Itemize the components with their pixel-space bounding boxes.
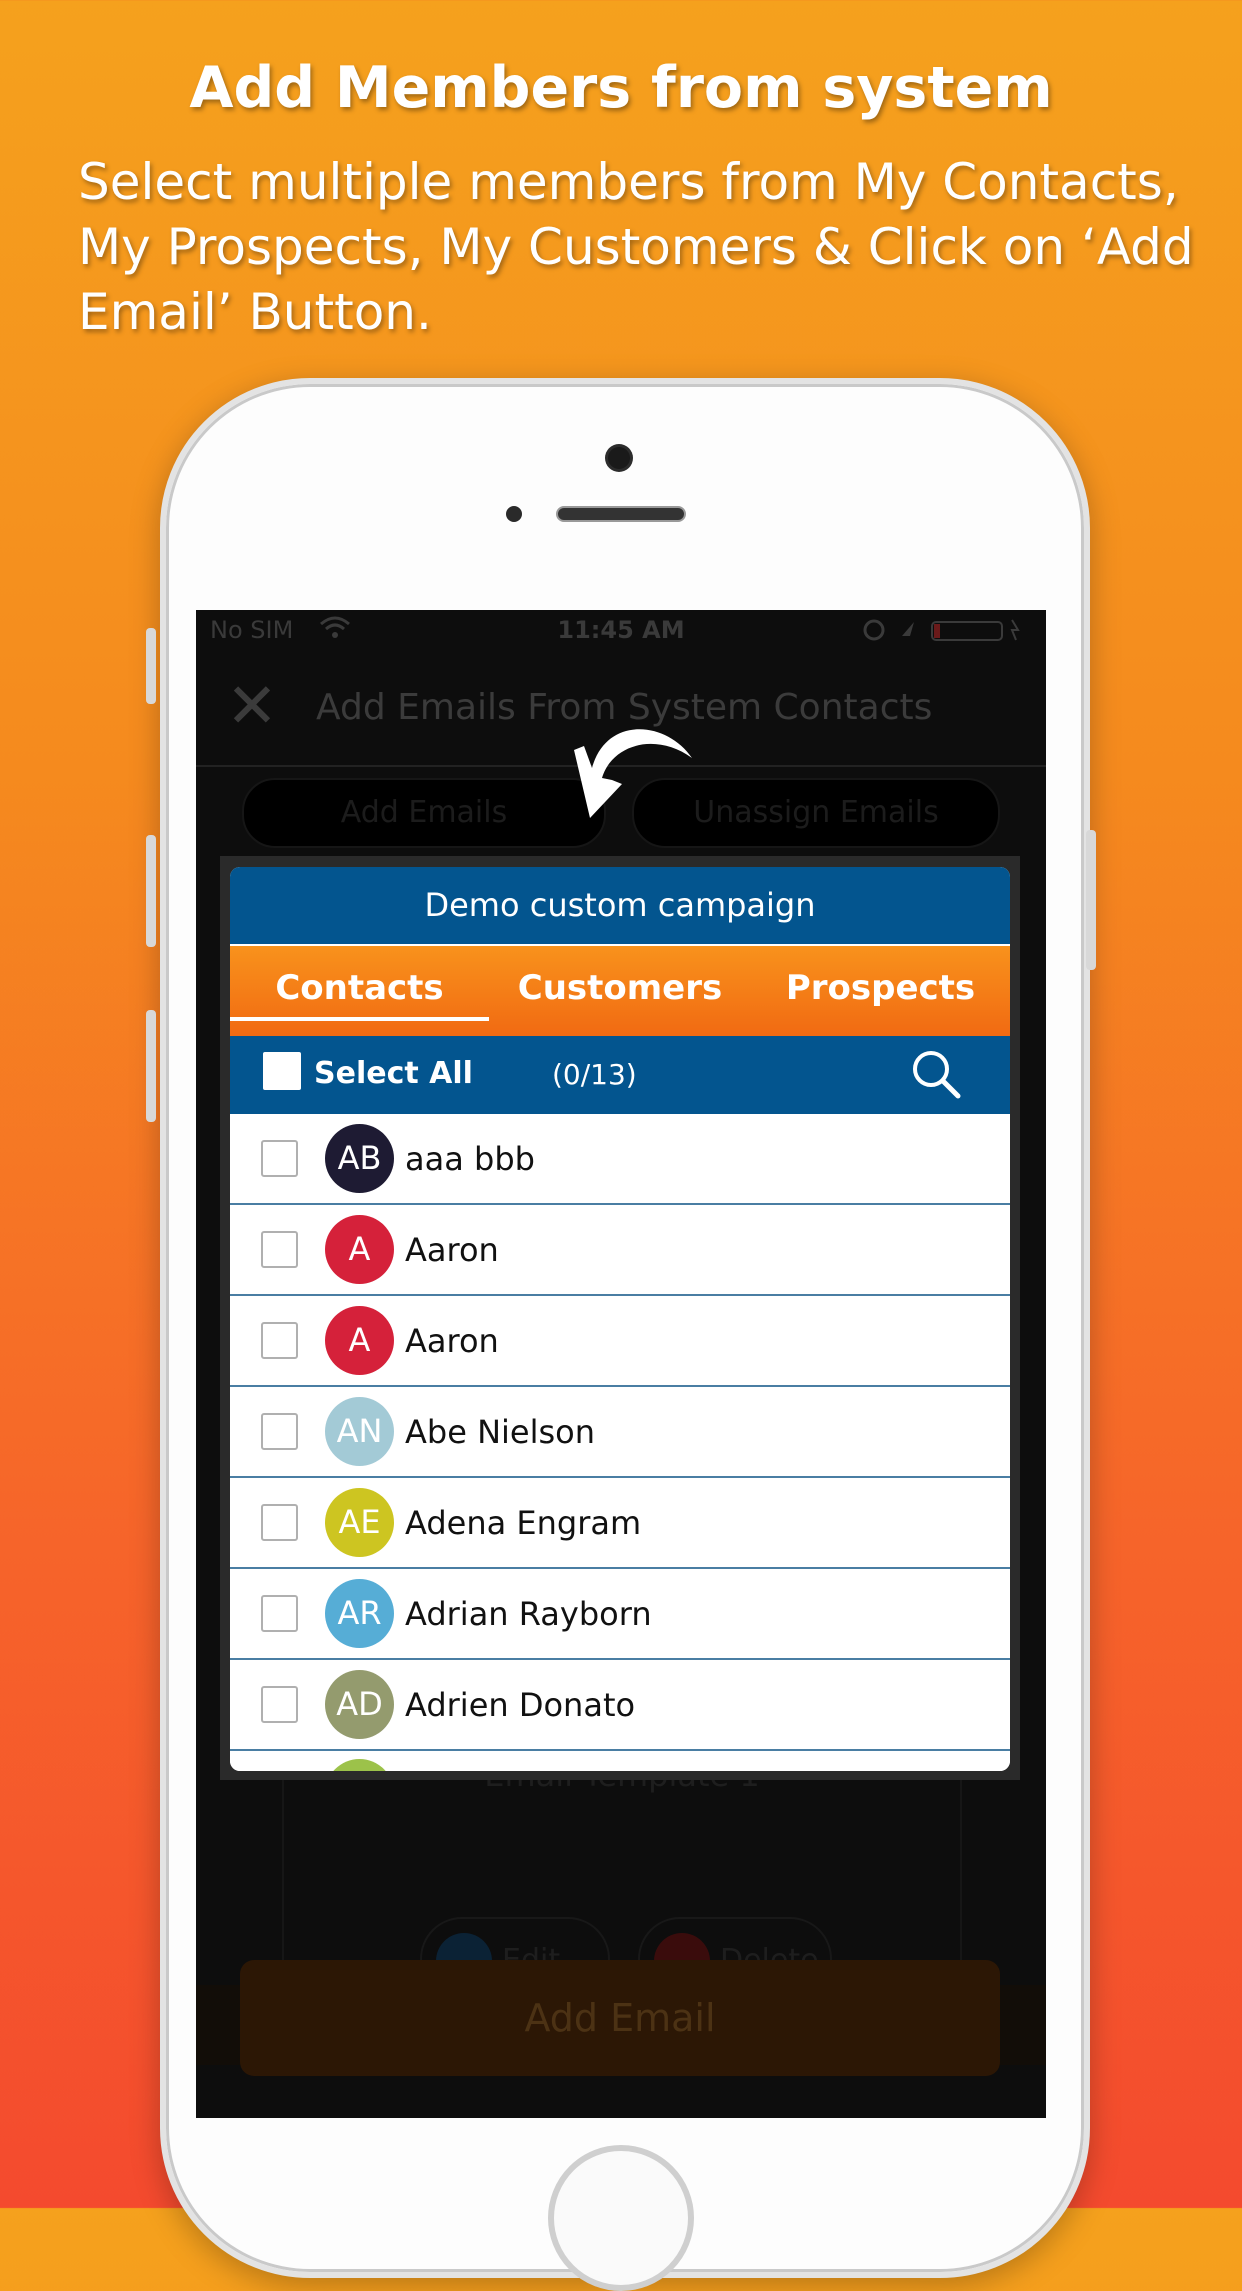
phone-volume-up-button — [146, 835, 156, 947]
promo-heading: Add Members from system — [189, 55, 1053, 121]
avatar — [325, 1759, 394, 1771]
tab-bar: Contacts Customers Prospects — [230, 946, 1010, 1036]
member-picker-modal: Demo custom campaign Contacts Customers … — [230, 867, 1010, 1771]
modal-title: Demo custom campaign — [230, 867, 1010, 944]
select-all-checkbox[interactable] — [263, 1052, 301, 1090]
contact-checkbox[interactable] — [261, 1595, 298, 1632]
contact-checkbox[interactable] — [261, 1413, 298, 1450]
close-icon[interactable]: ✕ — [226, 675, 278, 737]
sensor-icon — [506, 506, 522, 522]
promo-subtext: Select multiple members from My Contacts… — [78, 153, 1194, 341]
home-button[interactable] — [548, 2145, 694, 2291]
contact-name: aaa bbb — [405, 1140, 535, 1178]
contact-row[interactable]: A Aaron — [230, 1296, 1010, 1387]
contact-row[interactable]: A Aaron — [230, 1205, 1010, 1296]
contact-row[interactable]: AE Adena Engram — [230, 1478, 1010, 1569]
selected-count: (0/13) — [552, 1058, 637, 1091]
phone-volume-down-button — [146, 1010, 156, 1122]
tab-contacts[interactable]: Contacts — [230, 946, 489, 1036]
contact-name: Abe Nielson — [405, 1413, 595, 1451]
avatar: A — [325, 1306, 394, 1375]
contact-checkbox[interactable] — [261, 1322, 298, 1359]
add-emails-button[interactable]: Add Emails — [242, 778, 606, 848]
contact-name: Adrian Rayborn — [405, 1595, 652, 1633]
avatar: AB — [325, 1124, 394, 1193]
contact-row[interactable]: AR Adrian Rayborn — [230, 1569, 1010, 1660]
contact-checkbox[interactable] — [261, 1231, 298, 1268]
contact-row-partial — [230, 1751, 1010, 1771]
contact-checkbox[interactable] — [261, 1686, 298, 1723]
phone-side-button — [146, 628, 156, 704]
contact-checkbox[interactable] — [261, 1504, 298, 1541]
add-email-button[interactable]: Add Email — [240, 1960, 1000, 2076]
contact-row[interactable]: AD Adrien Donato — [230, 1660, 1010, 1751]
curved-arrow-icon — [574, 729, 692, 818]
contact-name: Aaron — [405, 1231, 499, 1269]
contact-row[interactable]: AN Abe Nielson — [230, 1387, 1010, 1478]
select-all-bar: Select All (0/13) — [230, 1036, 1010, 1114]
phone-power-button — [1086, 830, 1096, 970]
contact-name: Adena Engram — [405, 1504, 642, 1542]
avatar: A — [325, 1215, 394, 1284]
contact-name: Adrien Donato — [405, 1686, 636, 1724]
camera-icon — [608, 447, 630, 469]
tab-prospects[interactable]: Prospects — [751, 946, 1010, 1036]
tab-customers[interactable]: Customers — [489, 946, 751, 1036]
avatar: AN — [325, 1397, 394, 1466]
avatar: AE — [325, 1488, 394, 1557]
search-icon[interactable] — [910, 1048, 962, 1100]
status-bar: No SIM 11:45 AM — [196, 610, 1046, 655]
contact-checkbox[interactable] — [261, 1140, 298, 1177]
battery-icon — [862, 616, 1032, 650]
speaker-grille — [556, 506, 686, 522]
avatar: AD — [325, 1670, 394, 1739]
contact-row[interactable]: AB aaa bbb — [230, 1114, 1010, 1205]
select-all-label[interactable]: Select All — [314, 1056, 473, 1091]
active-tab-indicator — [230, 1017, 489, 1021]
contact-list: AB aaa bbb A Aaron A Aaron AN Abe Nielson AE Aden… — [230, 1114, 1010, 1771]
contact-name: Aaron — [405, 1322, 499, 1360]
avatar: AR — [325, 1579, 394, 1648]
